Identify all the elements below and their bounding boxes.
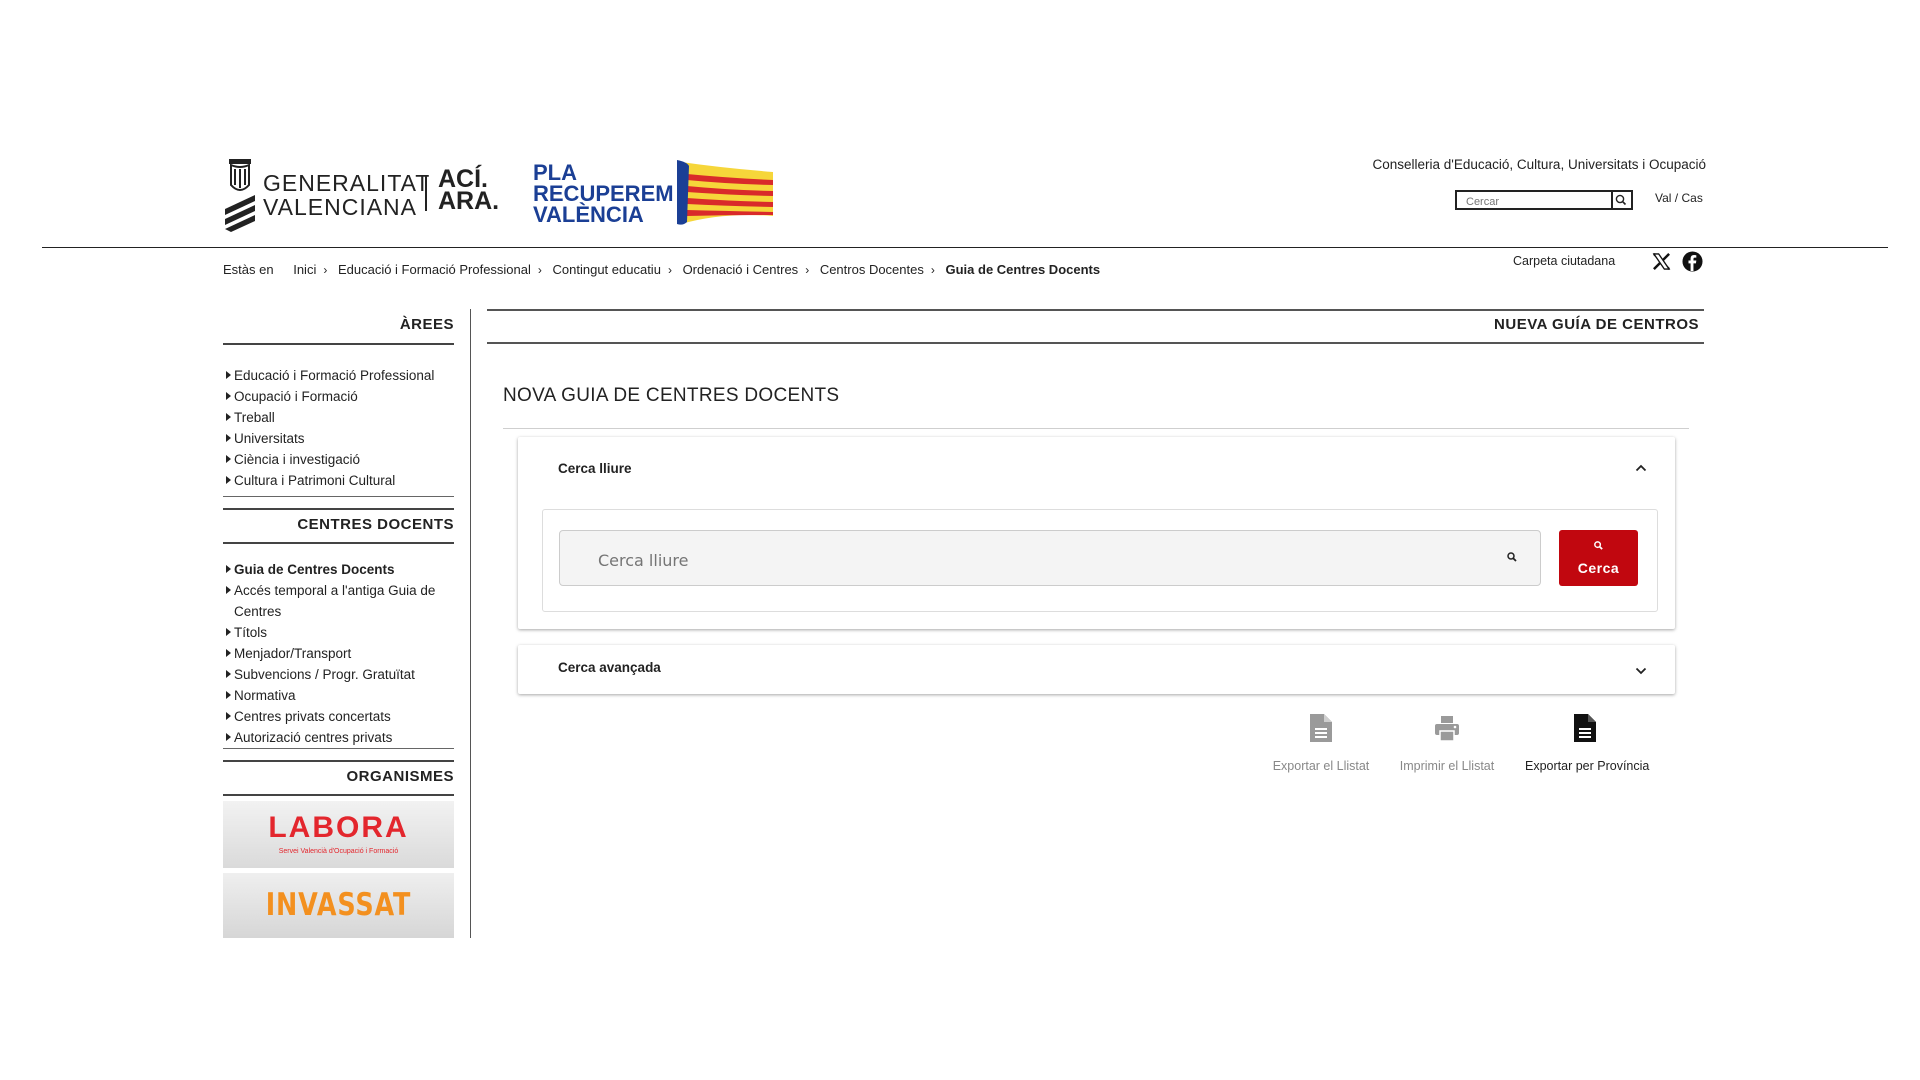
- print-list-label: Imprimir el Llistat: [1399, 759, 1495, 773]
- organismes-top-rule: [223, 760, 454, 762]
- document-icon: [1574, 714, 1596, 742]
- search-icon: [1507, 552, 1517, 562]
- title-divider: [503, 428, 1689, 429]
- invassat-name: INVASSAT: [265, 887, 412, 923]
- free-search-panel-title[interactable]: Cerca lliure: [558, 461, 632, 476]
- export-list-button[interactable]: Exportar el Llistat: [1261, 712, 1381, 773]
- breadcrumb-item-ordenacio[interactable]: Ordenació i Centres: [683, 262, 799, 277]
- sidebar-item-ciencia[interactable]: Ciència i investigació: [223, 449, 463, 470]
- export-by-province-label: Exportar per Província: [1525, 759, 1650, 773]
- export-by-province-button[interactable]: Exportar per Província: [1525, 712, 1650, 773]
- page-title: NOVA GUIA DE CENTRES DOCENTS: [503, 385, 840, 406]
- site-search-button[interactable]: [1611, 192, 1631, 208]
- print-list-button[interactable]: Imprimir el Llistat: [1387, 712, 1507, 773]
- breadcrumb-chevron-icon: ›: [805, 263, 810, 277]
- logo-line-1: GENERALITAT: [263, 170, 431, 196]
- breadcrumb-chevron-icon: ›: [667, 263, 672, 277]
- conselleria-name[interactable]: Conselleria d'Educació, Cultura, Univers…: [1373, 157, 1706, 172]
- centres-top-rule: [223, 508, 454, 510]
- site-search[interactable]: [1455, 190, 1633, 210]
- breadcrumb-item-educacio[interactable]: Educació i Formació Professional: [338, 262, 531, 277]
- main-head-rule: [487, 342, 1704, 344]
- breadcrumb-item-current: Guia de Centres Docents: [945, 262, 1101, 277]
- sidebar-item-treball[interactable]: Treball: [223, 407, 463, 428]
- breadcrumb-chevron-icon: ›: [537, 263, 542, 277]
- pla-line-2: RECUPEREM: [533, 181, 674, 206]
- labora-name: LABORA: [268, 811, 409, 844]
- sidebar-item-titols[interactable]: Títols: [223, 622, 463, 643]
- centres-rule: [223, 542, 454, 544]
- export-list-label: Exportar el Llistat: [1272, 759, 1370, 773]
- sidebar-divider: [470, 309, 471, 938]
- pla-line-1: PLA: [533, 160, 577, 185]
- free-search-panel: Cerca lliure Cerca: [518, 437, 1675, 629]
- search-icon: [1594, 541, 1603, 550]
- free-search-box: Cerca: [542, 509, 1658, 612]
- search-button-label: Cerca: [1577, 560, 1620, 576]
- breadcrumb-chevron-icon: ›: [930, 263, 935, 277]
- header-divider: [42, 247, 1888, 248]
- search-icon: [1615, 194, 1627, 206]
- invassat-banner[interactable]: INVASSAT: [223, 873, 454, 938]
- site-search-input[interactable]: [1457, 194, 1616, 209]
- organismes-heading: ORGANISMES: [346, 768, 454, 785]
- areas-heading: ÀREES: [399, 316, 454, 333]
- free-search-input[interactable]: [596, 549, 1480, 571]
- section-heading: NUEVA GUÍA DE CENTROS: [1494, 316, 1699, 333]
- logo-divider: [425, 175, 427, 211]
- search-button[interactable]: Cerca: [1559, 530, 1638, 586]
- sidebar-item-ocupacio[interactable]: Ocupació i Formació: [223, 386, 463, 407]
- breadcrumb: Estàs en Inici › Educació i Formació Prof…: [223, 262, 1100, 277]
- chevron-down-icon[interactable]: [1635, 667, 1647, 675]
- sidebar-item-subvencions[interactable]: Subvencions / Progr. Gratuïtat: [223, 664, 463, 685]
- coat-of-arms-icon: [225, 159, 255, 232]
- aci-ara-logo: ACÍ. ARA.: [438, 167, 500, 215]
- language-switch: Val / Cas: [1655, 191, 1703, 205]
- advanced-search-panel[interactable]: Cerca avançada: [518, 645, 1675, 694]
- main-top-rule: [487, 309, 1704, 311]
- lang-separator: /: [1674, 191, 1679, 205]
- breadcrumb-item-inici[interactable]: Inici: [293, 262, 316, 277]
- sidebar-item-autoritzacio[interactable]: Autorizació centres privats: [223, 727, 463, 748]
- sidebar-item-antiga-guia[interactable]: Accés temporal a l'antiga Guia de Centre…: [223, 580, 456, 622]
- sidebar-item-normativa[interactable]: Normativa: [223, 685, 463, 706]
- free-search-field[interactable]: [559, 530, 1541, 586]
- sidebar-item-menjador[interactable]: Menjador/Transport: [223, 643, 463, 664]
- centres-list: Guia de Centres Docents Accés temporal a…: [223, 559, 463, 748]
- labora-banner[interactable]: LABORA Servei Valencià d'Ocupació i Form…: [223, 801, 454, 868]
- sidebar-item-guia[interactable]: Guia de Centres Docents: [223, 559, 463, 580]
- breadcrumb-item-centros[interactable]: Centros Docentes: [820, 262, 924, 277]
- pla-line-3: VALÈNCIA: [533, 202, 644, 227]
- facebook-icon[interactable]: [1682, 251, 1703, 272]
- lang-cas-link[interactable]: Cas: [1681, 191, 1702, 205]
- document-icon: [1310, 714, 1332, 742]
- areas-list: Educació i Formació Professional Ocupaci…: [223, 365, 463, 491]
- centres-end-rule: [223, 748, 454, 749]
- advanced-search-panel-title[interactable]: Cerca avançada: [558, 660, 661, 675]
- ara-line: ARA.: [438, 187, 500, 215]
- areas-end-rule: [223, 496, 454, 497]
- sidebar-item-educacio[interactable]: Educació i Formació Professional: [223, 365, 463, 386]
- areas-rule: [223, 343, 454, 345]
- chevron-up-icon[interactable]: [1635, 464, 1647, 472]
- breadcrumb-lead: Estàs en: [223, 262, 274, 277]
- organismes-rule: [223, 794, 454, 796]
- printer-icon: [1435, 716, 1459, 742]
- breadcrumb-chevron-icon: ›: [323, 263, 328, 277]
- x-twitter-icon[interactable]: [1652, 252, 1671, 271]
- sidebar-item-cultura[interactable]: Cultura i Patrimoni Cultural: [223, 470, 463, 491]
- carpeta-ciutadana-link[interactable]: Carpeta ciutadana: [1513, 254, 1615, 268]
- logo-line-2: VALENCIANA: [263, 194, 418, 220]
- labora-subtitle: Servei Valencià d'Ocupació i Formació: [278, 848, 399, 855]
- pla-recuperem-logo[interactable]: PLA RECUPEREM VALÈNCIA: [533, 160, 674, 227]
- sidebar-item-universitats[interactable]: Universitats: [223, 428, 463, 449]
- centres-docents-heading: CENTRES DOCENTS: [297, 516, 454, 533]
- breadcrumb-item-contingut[interactable]: Contingut educatiu: [553, 262, 661, 277]
- generalitat-wordmark: GENERALITAT VALENCIANA: [263, 171, 430, 219]
- sidebar-item-concertats[interactable]: Centres privats concertats: [223, 706, 463, 727]
- lang-val-link[interactable]: Val: [1655, 191, 1671, 205]
- senyera-flag-icon: [677, 160, 773, 225]
